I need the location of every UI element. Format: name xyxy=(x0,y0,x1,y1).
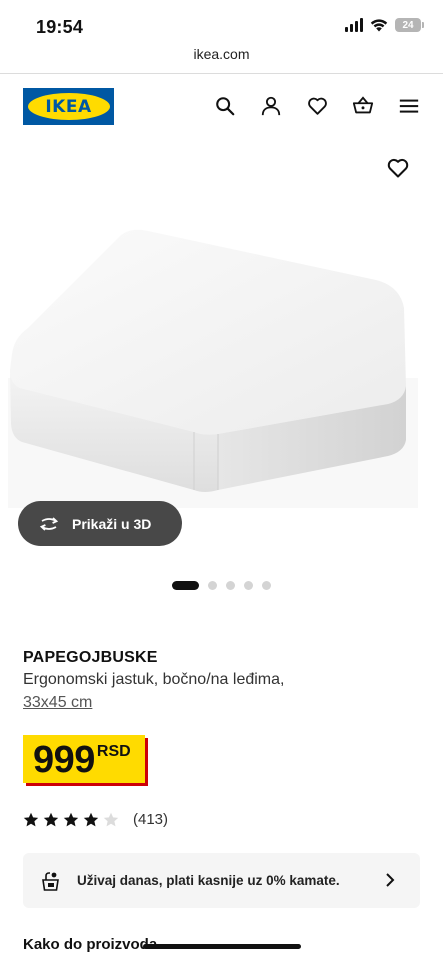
view-in-3d-label: Prikaži u 3D xyxy=(72,515,152,532)
gallery-dot[interactable] xyxy=(226,581,235,590)
gallery-dot[interactable] xyxy=(172,581,199,590)
gallery-pagination xyxy=(172,581,271,590)
menu-icon[interactable] xyxy=(397,94,421,118)
rating-stars xyxy=(23,812,119,828)
battery-level: 24 xyxy=(402,19,414,31)
site-header: IKEA xyxy=(0,86,443,126)
home-indicator[interactable] xyxy=(143,944,301,949)
heart-icon xyxy=(387,159,409,178)
view-in-3d-button[interactable]: Prikaži u 3D xyxy=(18,501,182,546)
delivery-section-title: Kako do proizvoda xyxy=(23,936,158,953)
ikea-logo[interactable]: IKEA xyxy=(23,88,114,125)
logo-oval: IKEA xyxy=(27,93,110,120)
payment-icon xyxy=(42,871,59,891)
shopping-basket-icon[interactable] xyxy=(351,94,375,118)
pay-later-text: Uživaj danas, plati kasnije uz 0% kamate… xyxy=(77,873,340,888)
star-filled-icon xyxy=(43,812,59,826)
gallery-dot[interactable] xyxy=(262,581,271,590)
rotate-3d-icon xyxy=(39,516,59,531)
price-currency: RSD xyxy=(96,743,131,760)
review-count: (413) xyxy=(133,811,169,828)
status-icons: 24 xyxy=(345,18,424,32)
gallery-dot[interactable] xyxy=(244,581,253,590)
price-value: 999 xyxy=(33,739,95,781)
status-bar: 19:54 24 xyxy=(0,0,443,44)
search-icon[interactable] xyxy=(213,94,237,118)
status-time: 19:54 xyxy=(36,17,84,37)
price-tag: 999 RSD xyxy=(23,735,145,783)
gallery-dot[interactable] xyxy=(208,581,217,590)
product-size-link[interactable]: 33x45 cm xyxy=(23,694,92,712)
star-filled-icon xyxy=(83,812,99,826)
cellular-signal-icon xyxy=(345,18,363,32)
product-rating[interactable]: (413) xyxy=(23,811,168,828)
url-bar[interactable]: ikea.com xyxy=(0,46,443,72)
product-name: PAPEGOJBUSKE xyxy=(23,649,158,666)
star-filled-icon xyxy=(23,812,39,826)
header-divider xyxy=(0,73,443,74)
url-text: ikea.com xyxy=(193,46,250,62)
star-filled-icon xyxy=(63,812,79,826)
favourites-icon[interactable] xyxy=(305,94,329,118)
chevron-right-icon xyxy=(386,873,395,887)
battery-icon: 24 xyxy=(395,18,424,32)
account-icon[interactable] xyxy=(259,94,283,118)
star-empty-icon xyxy=(103,812,119,826)
header-actions xyxy=(213,94,421,118)
wifi-icon xyxy=(370,19,388,32)
logo-text: IKEA xyxy=(45,96,92,117)
pay-later-banner[interactable]: Uživaj danas, plati kasnije uz 0% kamate… xyxy=(23,853,420,908)
product-description: Ergonomski jastuk, bočno/na leđima, xyxy=(23,671,285,688)
add-to-favourites-button[interactable] xyxy=(386,156,410,180)
